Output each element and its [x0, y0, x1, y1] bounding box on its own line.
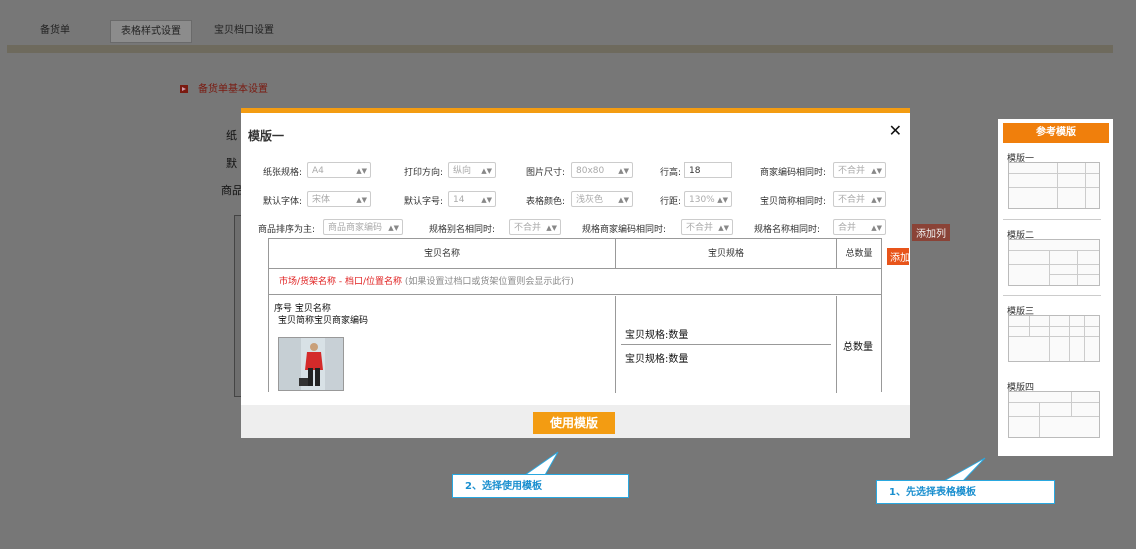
- callout-step2: 2、选择使用模板: [452, 474, 629, 498]
- callout-step1: 1、先选择表格模板: [876, 480, 1055, 504]
- callout-pointers: [523, 451, 986, 483]
